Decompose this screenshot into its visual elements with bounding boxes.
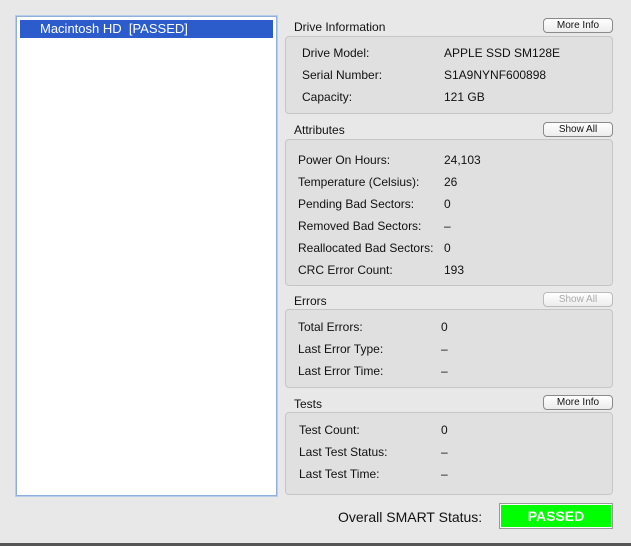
field-value: APPLE SSD SM128E	[444, 46, 561, 60]
overall-status-label: Overall SMART Status:	[338, 509, 483, 525]
field-label: Capacity:	[302, 90, 353, 104]
field-value: 0	[441, 320, 448, 334]
errors-show-all-button[interactable]: Show All	[543, 292, 613, 307]
field-value: 26	[444, 175, 458, 189]
field-value: –	[441, 445, 448, 459]
field-label: CRC Error Count:	[298, 263, 393, 277]
tests-more-info-button[interactable]: More Info	[543, 395, 613, 410]
field-value: 121 GB	[444, 90, 485, 104]
attributes-show-all-button[interactable]: Show All	[543, 122, 613, 137]
field-value: 24,103	[444, 153, 481, 167]
field-value: 193	[444, 263, 465, 277]
field-label: Last Error Time:	[298, 364, 384, 378]
field-label: Last Test Time:	[299, 467, 380, 481]
field-value: 0	[444, 197, 451, 211]
drive-list-item[interactable]: Macintosh HD [PASSED]	[20, 20, 273, 38]
field-label: Total Errors:	[298, 320, 363, 334]
field-label: Reallocated Bad Sectors:	[298, 241, 434, 255]
field-label: Drive Model:	[302, 46, 370, 60]
field-value: –	[441, 467, 448, 481]
overall-status-badge: PASSED	[499, 503, 613, 529]
field-label: Serial Number:	[302, 68, 383, 82]
errors-title: Errors	[294, 294, 327, 308]
field-value: S1A9NYNF600898	[444, 68, 547, 82]
attributes-title: Attributes	[294, 123, 345, 137]
field-value: 0	[444, 241, 451, 255]
field-label: Test Count:	[299, 423, 360, 437]
field-value: 0	[441, 423, 448, 437]
field-value: –	[441, 364, 448, 378]
field-label: Removed Bad Sectors:	[298, 219, 422, 233]
drive-information-title: Drive Information	[294, 20, 386, 34]
drive-information-more-info-button[interactable]: More Info	[543, 18, 613, 33]
field-label: Last Test Status:	[299, 445, 388, 459]
field-label: Last Error Type:	[298, 342, 384, 356]
field-label: Power On Hours:	[298, 153, 391, 167]
field-label: Temperature (Celsius):	[298, 175, 420, 189]
field-value: –	[444, 219, 451, 233]
field-label: Pending Bad Sectors:	[298, 197, 415, 211]
drive-list[interactable]: Macintosh HD [PASSED]	[16, 16, 277, 496]
field-value: –	[441, 342, 448, 356]
tests-title: Tests	[294, 397, 323, 411]
